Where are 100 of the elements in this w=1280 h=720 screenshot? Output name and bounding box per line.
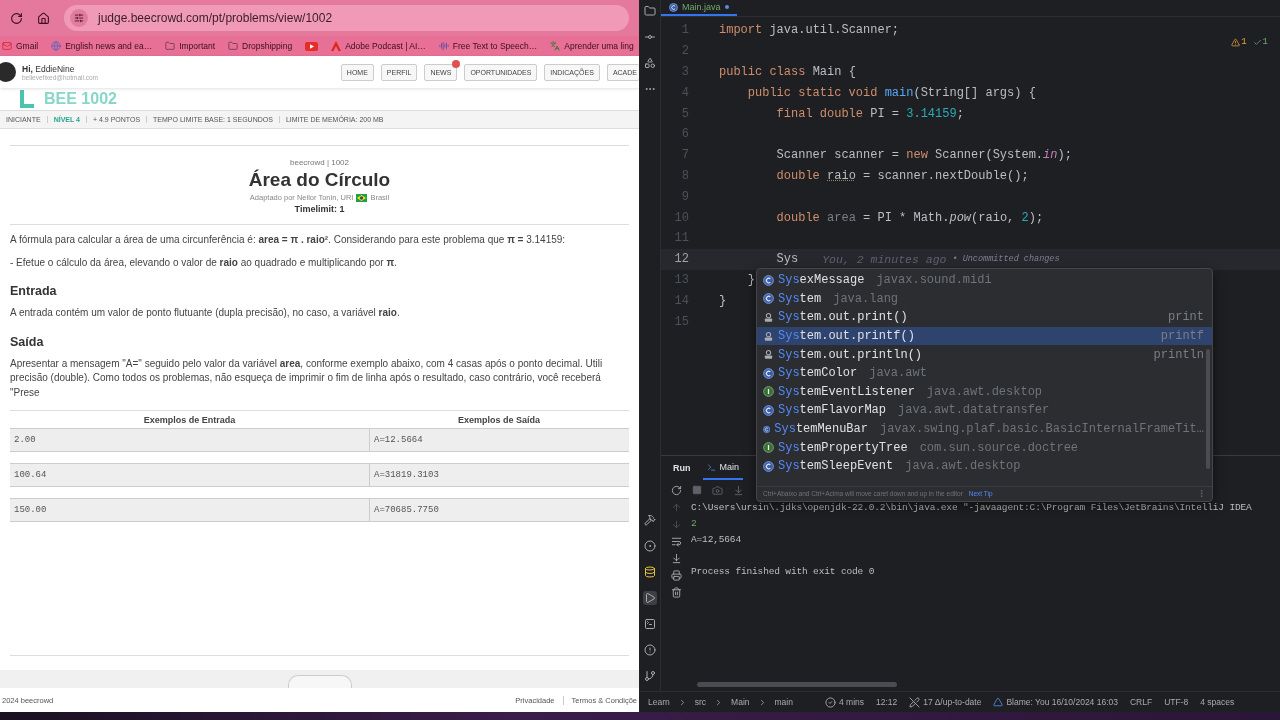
example-cell-text: 100.64 <box>13 469 48 482</box>
breadcrumb[interactable]: Learn <box>648 697 670 707</box>
status-item[interactable]: 4 mins <box>838 697 864 707</box>
problem-paragraph: - Efetue o cálculo da área, elevando o valor de raio ao quadrado e multiplicando por π. <box>10 255 398 270</box>
flag-icon <box>356 193 368 202</box>
code-line: } <box>746 272 755 287</box>
section-heading: Entrada <box>10 284 58 298</box>
scroll-end-icon[interactable] <box>670 553 682 564</box>
completion-item[interactable]: System.out.print() print <box>757 308 1212 327</box>
class-icon <box>763 423 771 435</box>
bookmark[interactable]: Free Text to Speech… <box>438 41 538 51</box>
problem-paragraph: A fórmula para calcular a área de uma circunferência é: area = π . raio². Considerando para este problema que π = 3.14159: <box>10 233 567 247</box>
status-item[interactable]: 17 Δ/up-to-date <box>923 697 982 707</box>
bookmark[interactable]: Important <box>165 41 216 51</box>
terminal-icon[interactable] <box>644 618 656 630</box>
interface-icon <box>763 386 774 398</box>
example-cell-text: 150.00 <box>13 504 48 517</box>
address-bar[interactable]: judge.beecrowd.com/pt/problems/view/1002 <box>64 5 629 31</box>
problems-icon[interactable] <box>644 644 656 656</box>
completion-item[interactable]: SystemPropertyTree com.sun.source.doctree <box>757 438 1212 457</box>
example-cell: A=70685.7750 <box>369 499 629 521</box>
export-icon[interactable] <box>733 484 744 496</box>
problem-title: Área do Círculo <box>248 169 391 191</box>
stop-icon[interactable] <box>692 485 702 495</box>
example-cell: A=31819.3103 <box>369 464 629 486</box>
section-paragraph: Apresentar a mensagem "A=" seguido pelo valor da variável area, conforme exemplo abaixo, com 4 casas após o ponto decimal. Utili precisão (double). Como todos os problemas, não esqueça de imprimir o fim de linha após o resultado, caso contrário, você receberá "Prese <box>10 356 604 400</box>
problem-logo-text: BEE 1002 <box>44 90 117 108</box>
check-circle-icon <box>824 696 836 708</box>
console-line: Process finished with exit code 0 <box>691 565 876 579</box>
inspection-count[interactable]: 1 <box>1231 37 1247 47</box>
class-icon <box>763 274 774 286</box>
triangle-logo-icon <box>331 41 342 51</box>
completion-item[interactable]: SysexMessage javax.sound.midi <box>757 271 1212 290</box>
structure-icon[interactable] <box>644 57 656 69</box>
completion-item[interactable]: SystemSleepEvent java.awt.desktop <box>757 456 1212 476</box>
bookmark[interactable]: Dropshipping <box>228 41 293 51</box>
bookmark[interactable]: Aprender uma ling <box>550 41 634 51</box>
trash-icon[interactable] <box>670 587 682 598</box>
section-heading: Saída <box>10 334 45 349</box>
scrollbar-thumb[interactable] <box>697 682 897 687</box>
wrap-icon[interactable] <box>670 536 682 547</box>
code-line: public static void main(String[] args) { <box>746 85 1036 100</box>
class-icon <box>763 293 774 305</box>
print-icon[interactable] <box>670 570 682 581</box>
reload-icon[interactable] <box>10 11 23 25</box>
code-line: double raio = scanner.nextDouble(); <box>775 168 1029 183</box>
completion-item[interactable]: System java.lang <box>757 289 1212 309</box>
site-settings-icon[interactable] <box>74 13 84 23</box>
globe-icon <box>51 41 62 51</box>
class-icon <box>763 460 774 472</box>
bookmark[interactable]: Gmail <box>2 41 39 51</box>
completion-item[interactable]: SystemColor java.awt <box>757 363 1212 383</box>
code-line: Sys <box>775 252 799 267</box>
editor-tab[interactable]: Main.java <box>661 0 737 16</box>
class-icon <box>763 367 774 379</box>
hammer-icon[interactable] <box>644 514 656 526</box>
translate-icon <box>550 41 561 51</box>
breadcrumb[interactable]: src <box>694 697 707 707</box>
console-icon <box>706 462 716 472</box>
home-icon[interactable] <box>37 11 50 25</box>
status-item[interactable]: Blame: You 16/10/2024 16:03 <box>1006 697 1118 707</box>
code-line: Scanner scanner = new Scanner(System.in); <box>775 148 1072 163</box>
user-greeting: Hi, EddieNine <box>22 63 75 74</box>
rerun-icon[interactable] <box>671 484 682 496</box>
breadcrumb[interactable]: Main <box>731 697 750 707</box>
code-line: double area = PI * Math.pow(raio, 2); <box>775 210 1044 225</box>
completion-item[interactable]: System.out.printf() printf <box>757 326 1212 346</box>
code-line: public class Main { <box>719 65 856 79</box>
status-item[interactable]: 12:12 <box>876 697 898 707</box>
class-icon <box>669 2 678 12</box>
git-icon[interactable] <box>644 670 656 682</box>
method-icon <box>763 330 774 342</box>
class-icon <box>763 404 774 416</box>
bookmark[interactable]: English news and ea… <box>51 41 153 51</box>
completion-item[interactable]: SystemMenuBar javax.swing.plaf.basic.BasicInternalFrameTit… <box>757 419 1212 439</box>
database-icon[interactable] <box>644 566 656 578</box>
bookmark[interactable]: Adobe Podcast | AI… <box>331 41 426 51</box>
console-line: A=12,5664 <box>691 533 742 547</box>
status-item[interactable]: UTF-8 <box>1164 697 1189 707</box>
logo-icon <box>20 90 34 108</box>
example-cell-text: 2.00 <box>13 434 37 447</box>
completion-item[interactable]: SystemEventListener java.awt.desktop <box>757 382 1212 402</box>
console-line: C:\Users\ursin\.jdks\openjdk-22.0.2\bin\java.exe "-javaagent:C:\Program Files\JetBrains\IntelliJ IDEA <box>691 501 1253 515</box>
run-tab[interactable]: Main <box>702 456 743 480</box>
services-icon[interactable] <box>644 540 656 552</box>
pen-off-icon <box>909 696 921 708</box>
run-icon[interactable] <box>644 592 656 604</box>
line-number: 12 <box>673 252 690 267</box>
scrollbar-thumb[interactable] <box>1206 349 1210 469</box>
section-paragraph: A entrada contém um valor de ponto flutuante (dupla precisão), no caso, a variável raio. <box>10 306 401 320</box>
status-item[interactable]: 4 spaces <box>1200 697 1235 707</box>
status-item[interactable]: CRLF <box>1130 697 1153 707</box>
completion-item[interactable]: SystemFlavorMap java.awt.datatransfer <box>757 401 1212 420</box>
completion-item[interactable]: System.out.println() println <box>757 345 1212 364</box>
audio-icon <box>438 41 449 51</box>
column-header: Exemplos de Entrada <box>142 415 237 425</box>
video-play-icon <box>305 41 319 51</box>
project-icon[interactable] <box>644 5 656 17</box>
breadcrumb[interactable]: main <box>774 697 793 707</box>
inspection-count[interactable]: 1 <box>1252 37 1268 47</box>
